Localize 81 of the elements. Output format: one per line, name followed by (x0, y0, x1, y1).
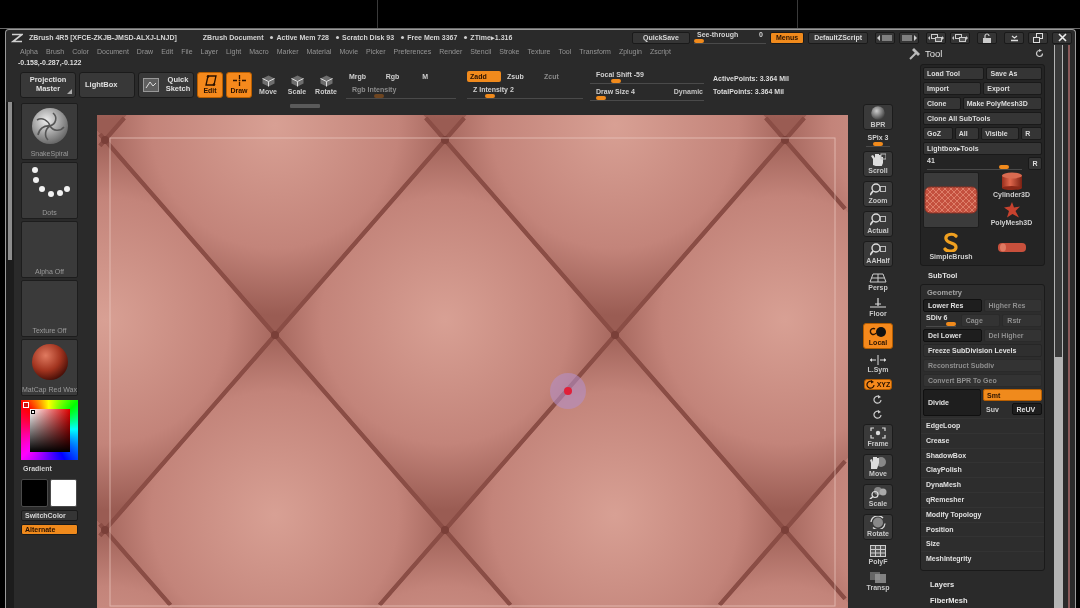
palette-title: Tool (925, 48, 943, 59)
color-swatch[interactable] (50, 479, 77, 507)
layout-button[interactable] (950, 31, 970, 44)
bullet-icon (336, 36, 339, 39)
tool-slider[interactable] (927, 165, 1022, 170)
close-icon (1057, 33, 1067, 42)
frame-icon (870, 426, 886, 439)
minimize-button[interactable] (1004, 31, 1024, 44)
color-swatch[interactable] (21, 479, 48, 507)
slider-thumb[interactable] (945, 322, 956, 326)
scrollbar-thumb[interactable] (1055, 45, 1062, 357)
color-marker-icon (31, 410, 35, 414)
tufted-cylinder-icon (924, 183, 978, 217)
scroll-right-button[interactable] (899, 31, 919, 44)
color-marker-icon (23, 402, 29, 408)
color-picker[interactable] (21, 400, 78, 460)
windows-icon (928, 32, 944, 43)
magnifier-icon (869, 486, 887, 499)
corner-triangle-icon (67, 89, 72, 94)
scrollbar-thumb[interactable] (8, 102, 12, 260)
spix-slider[interactable] (866, 142, 890, 147)
slider-thumb[interactable] (610, 78, 621, 83)
s-curve-icon (942, 232, 960, 252)
rotate-icon (865, 380, 876, 389)
lock-button[interactable] (977, 31, 997, 44)
refresh-icon (1035, 49, 1044, 58)
slider-thumb[interactable] (485, 94, 495, 98)
axis-icon (869, 298, 887, 309)
hand-sphere-icon (869, 456, 887, 469)
swirl-brush-icon (29, 107, 70, 145)
lock-icon (982, 32, 992, 43)
slider-thumb[interactable] (596, 95, 607, 100)
sphere-icon (29, 343, 70, 381)
layout-button[interactable] (926, 31, 946, 44)
windows-icon (952, 32, 968, 43)
arrows-icon (869, 354, 887, 365)
refresh-button[interactable] (1035, 49, 1044, 58)
see-through-slider[interactable] (694, 39, 766, 44)
scrollbar[interactable] (6, 102, 14, 608)
magnifier-icon (870, 243, 886, 256)
cylinder-icon (996, 240, 1027, 253)
restore-icon (1033, 32, 1043, 43)
bullet-icon (270, 36, 274, 39)
pencil-frame-icon (203, 75, 217, 86)
bullet-icon (401, 36, 405, 39)
z-intensity-slider[interactable] (467, 94, 583, 99)
draw-size-slider[interactable] (590, 95, 704, 101)
brush-cursor-icon (550, 373, 586, 409)
slider-thumb[interactable] (694, 39, 704, 43)
sphere-icon (869, 325, 887, 338)
grid-icon (869, 544, 887, 557)
close-button[interactable] (1052, 31, 1072, 44)
grid-icon (869, 272, 887, 283)
sdiv-slider[interactable] (926, 322, 956, 327)
focal-shift-slider[interactable] (590, 78, 704, 84)
magnifier-icon (870, 183, 886, 196)
scroll-left-button[interactable] (875, 31, 895, 44)
rotate-icon (869, 516, 887, 529)
slider-thumb[interactable] (999, 165, 1010, 169)
cube-icon (318, 74, 334, 87)
sphere-icon (870, 105, 886, 120)
minimize-icon (1009, 33, 1019, 42)
tool-thumbnail[interactable] (923, 172, 979, 228)
left-arrow-icon (877, 33, 893, 42)
magnifier-icon (870, 213, 886, 226)
squares-icon (869, 570, 887, 583)
sketch-icon (143, 78, 159, 92)
crosshair-icon (232, 75, 246, 86)
app-logo-icon (11, 32, 23, 43)
splitter-handle[interactable] (290, 104, 320, 108)
hammer-icon (908, 47, 921, 60)
cube-icon (289, 74, 305, 87)
hand-icon (870, 153, 886, 166)
restore-button[interactable] (1028, 31, 1048, 44)
right-arrow-icon (901, 33, 917, 42)
rgb-intensity-slider[interactable] (346, 94, 456, 99)
palette-scrollbar[interactable] (1054, 45, 1063, 608)
cube-icon (260, 74, 276, 87)
bullet-icon (464, 36, 468, 39)
star-icon (1003, 202, 1020, 218)
slider-thumb[interactable] (873, 142, 883, 146)
